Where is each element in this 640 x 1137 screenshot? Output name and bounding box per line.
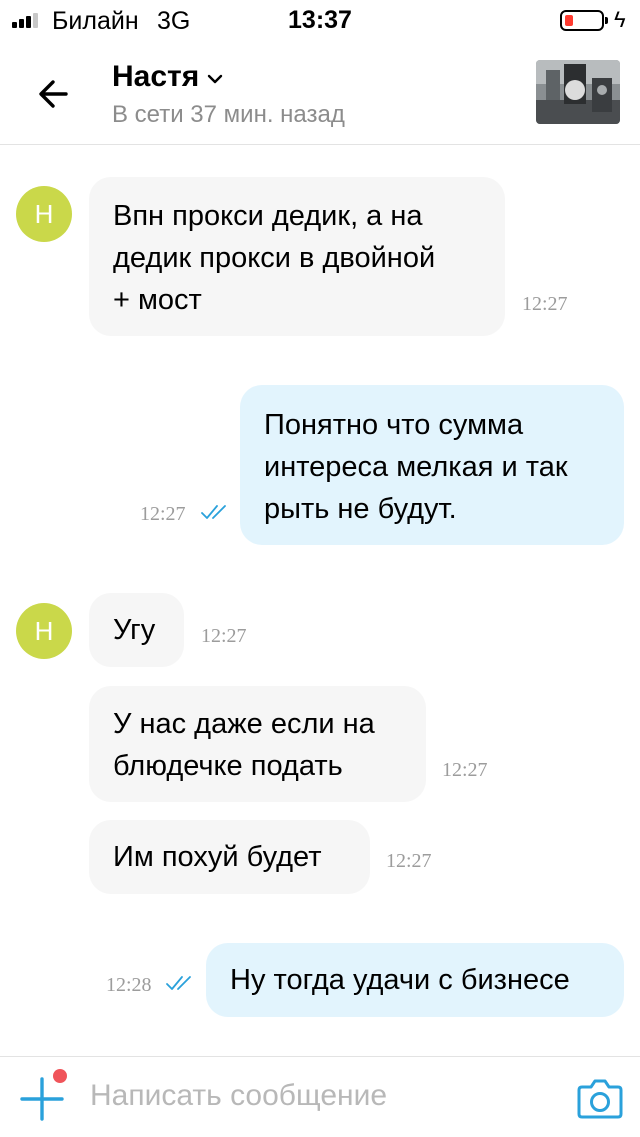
notification-dot [53, 1069, 67, 1083]
message-text-line: + мост [113, 284, 202, 316]
message-text-line: блюдечке подать [113, 750, 343, 782]
message-bubble-outgoing[interactable]: Ну тогда удачи с бизнесе [206, 943, 624, 1017]
camera-icon [577, 1079, 623, 1119]
message-text-line: Угу [113, 614, 156, 646]
contact-name: Настя [112, 60, 200, 93]
message-time: 12:27 [442, 759, 488, 781]
camera-button[interactable] [576, 1077, 624, 1121]
message-text-line: Им похуй будет [113, 841, 322, 873]
message-composer [0, 1056, 640, 1137]
contact-name-button[interactable]: Настя [112, 58, 223, 96]
message-time: 12:27 [386, 850, 432, 872]
status-bar: Билайн 3G 13:37 ϟ [0, 0, 640, 40]
back-button[interactable] [30, 70, 80, 118]
message-bubble-incoming[interactable]: Впн прокси дедик, а на дедик прокси в дв… [89, 177, 568, 336]
message-text-line: интереса мелкая и так [264, 451, 568, 483]
chevron-down-icon [208, 74, 223, 84]
photo-thumbnail [536, 60, 620, 124]
message-text-line: Ну тогда удачи с бизнесе [230, 964, 570, 996]
message-bubble-outgoing[interactable]: Понятно что сумма интереса мелкая и так … [240, 385, 624, 545]
double-check-icon [166, 976, 191, 990]
message-text-line: Впн прокси дедик, а на [113, 200, 423, 232]
message-time: 12:27 [522, 293, 568, 315]
status-time: 13:37 [288, 6, 352, 34]
message-text-line: дедик прокси в двойной [113, 242, 436, 274]
message-time: 12:27 [201, 625, 247, 647]
contact-avatar[interactable]: Н [16, 603, 72, 659]
message-text-line: У нас даже если на [113, 708, 375, 740]
contact-photo[interactable] [536, 60, 620, 124]
battery-nub [605, 17, 608, 24]
message-bubble-incoming[interactable]: Угу [89, 593, 184, 667]
message-time: 12:28 [106, 974, 152, 996]
message-bubble-incoming[interactable]: У нас даже если на блюдечке подать [89, 686, 426, 802]
message-input[interactable] [90, 1071, 560, 1121]
chat-header: Настя В сети 37 мин. назад [0, 44, 640, 145]
message-time: 12:27 [140, 503, 186, 525]
arrow-left-icon [39, 80, 68, 108]
message-text-line: Понятно что сумма [264, 409, 524, 441]
contact-avatar[interactable]: Н [16, 186, 72, 242]
charging-icon: ϟ [614, 7, 626, 32]
message-text-line: рыть не будут. [264, 493, 457, 525]
message-bubble-incoming[interactable]: Им похуй будет [89, 820, 370, 894]
double-check-icon [201, 505, 226, 519]
battery-icon [560, 10, 604, 31]
last-seen-status: В сети 37 мин. назад [112, 101, 345, 128]
